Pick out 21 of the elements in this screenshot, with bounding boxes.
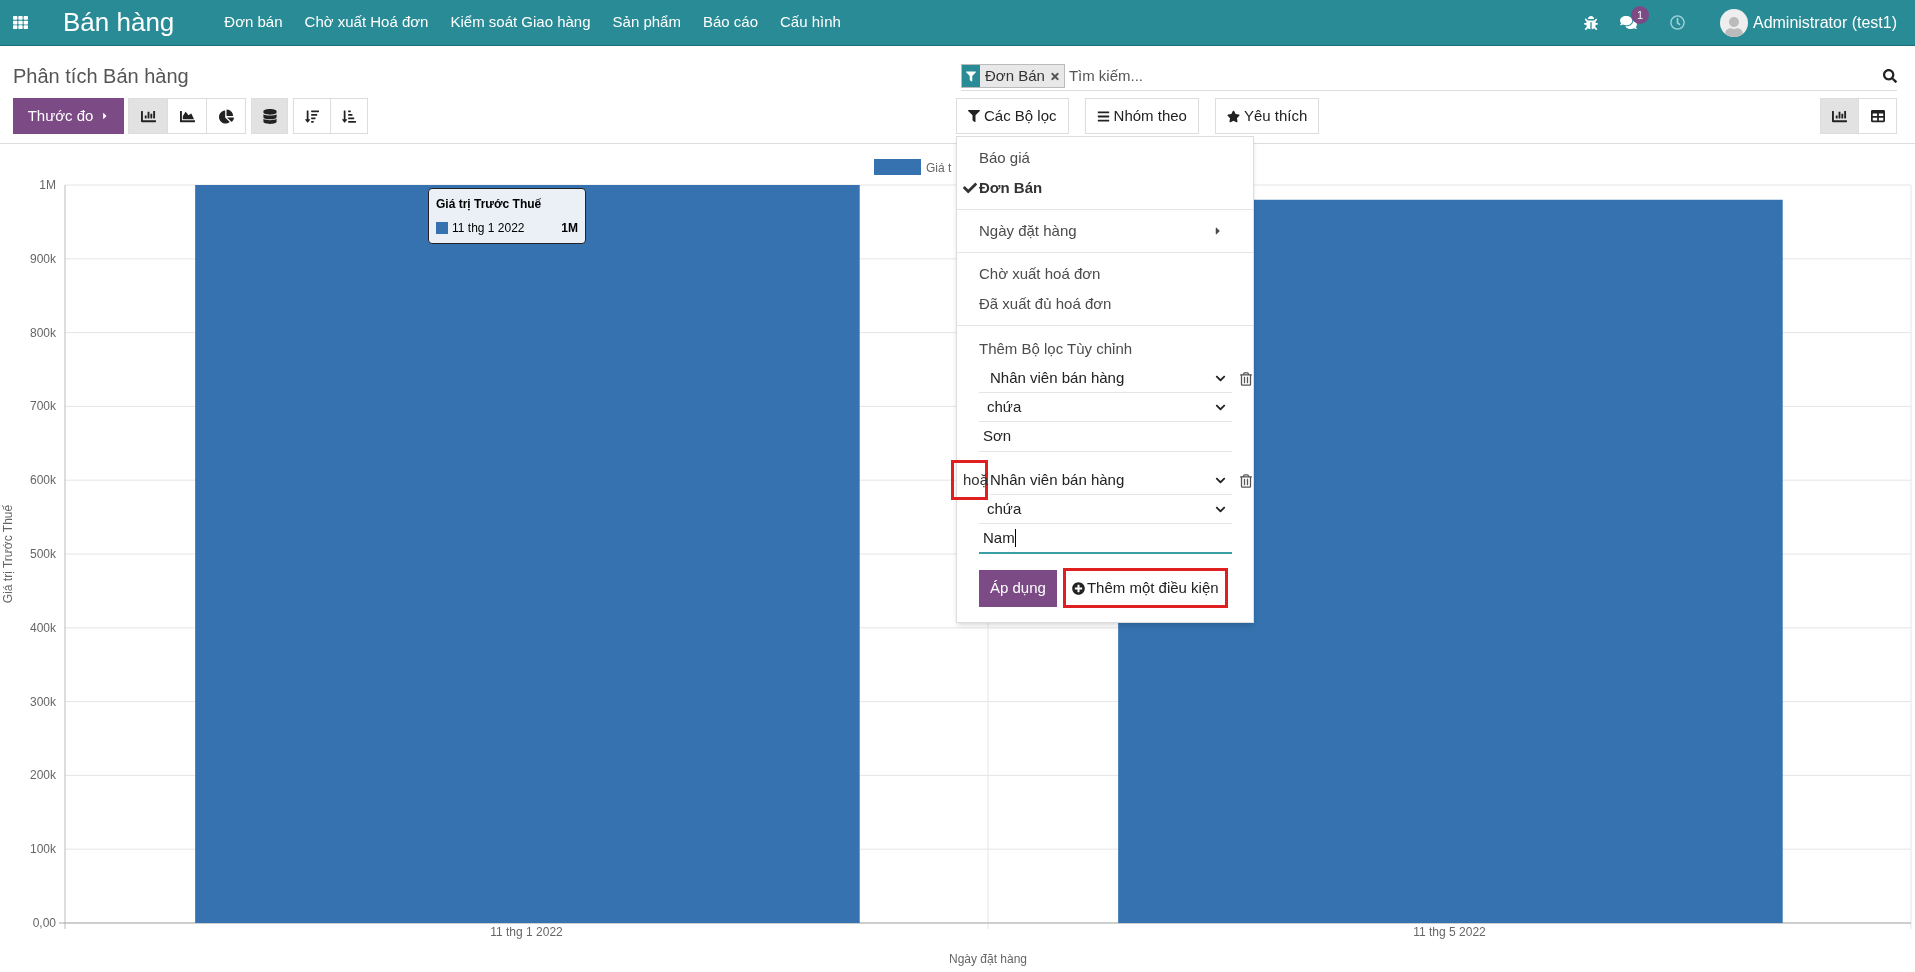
y-axis-title: Giá trị Trước Thuế	[1, 504, 15, 604]
message-count-badge: 1	[1630, 6, 1649, 24]
chart-legend: Giá t	[874, 159, 952, 175]
y-tick-label: 100k	[29, 842, 56, 857]
y-tick-label: 900k	[29, 251, 56, 266]
x-tick-label: 11 thg 5 2022	[1413, 925, 1486, 939]
tooltip-value: 1M	[561, 220, 578, 237]
y-tick-label: 400k	[29, 620, 56, 635]
y-tick-label: 800k	[29, 325, 56, 340]
y-tick-label: 0,00	[32, 916, 56, 930]
y-tick-label: 700k	[29, 399, 56, 414]
tooltip-title: Giá trị Trước Thuế	[436, 196, 543, 213]
x-axis-title: Ngày đặt hàng	[948, 952, 1028, 966]
y-tick-label: 1M	[39, 178, 56, 192]
page-title: Phân tích Bán hàng	[13, 64, 190, 89]
tooltip-label: 11 thg 1 2022	[452, 220, 525, 237]
y-tick-label: 500k	[29, 547, 56, 561]
y-tick-label: 600k	[29, 473, 56, 488]
x-tick-label: 11 thg 1 2022	[490, 925, 563, 939]
y-tick-label: 300k	[29, 694, 56, 709]
y-tick-label: 200k	[29, 768, 56, 783]
